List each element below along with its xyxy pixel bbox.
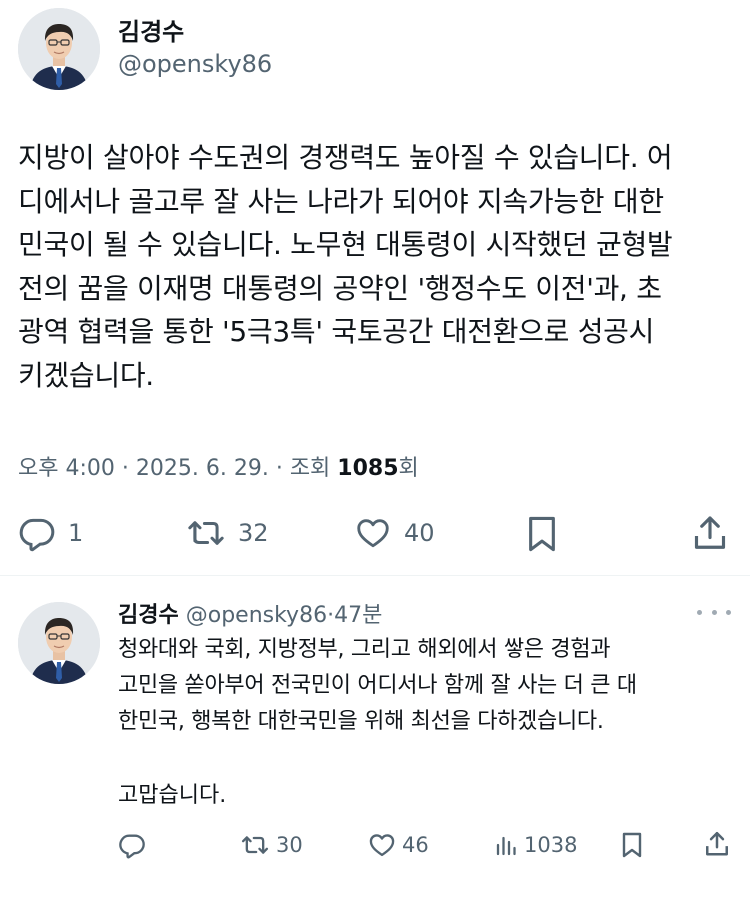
retweet-button[interactable]: 32 [186,514,269,552]
bookmark-button[interactable] [525,514,559,554]
reply-like-count: 46 [402,833,429,857]
reply-retweet-button[interactable]: 30 [240,831,303,859]
author-name[interactable]: 김경수 [118,12,184,47]
reply-views-count: 1038 [524,833,578,857]
author-avatar[interactable] [18,8,100,90]
bookmark-icon [622,832,642,858]
share-icon [706,831,728,856]
views-prefix: 조회 [289,456,338,481]
reply-like-button[interactable]: 46 [368,831,429,859]
views-suffix: 회 [398,456,419,481]
views-icon [496,836,516,856]
tweet-text: 지방이 살아야 수도권의 경쟁력도 높아질 수 있습니다. 어 디에서나 골고루… [18,141,673,392]
divider [0,575,750,576]
reply-author-avatar[interactable] [18,602,100,684]
reply-author-name[interactable]: 김경수 [118,603,179,628]
avatar-portrait [18,8,100,90]
reply-header: 김경수 @opensky86·47분 [118,597,382,629]
reply-count: 1 [68,519,84,547]
meta-separator: · [268,456,290,481]
reply-button[interactable]: 1 [18,514,83,552]
retweet-count: 32 [238,519,269,547]
tweet-meta: 오후 4:00 · 2025. 6. 29. · 조회 1085회 [18,450,419,482]
reply-time[interactable]: 47분 [334,603,382,628]
reply-views-button[interactable]: 1038 [494,831,577,859]
reply-icon [19,518,55,552]
share-button[interactable] [692,513,728,553]
meta-separator: · [114,456,136,481]
like-count: 40 [404,519,435,547]
heart-icon [357,519,389,548]
reply-thanks: 고맙습니다. [118,783,227,808]
reply-text: 청와대와 국회, 지방정부, 그리고 해외에서 쌓은 경험과 고민을 쏟아부어 … [118,637,637,734]
retweet-icon [241,836,269,854]
reply-retweet-count: 30 [276,833,303,857]
reply-share-button[interactable] [704,829,730,859]
tweet-date[interactable]: 2025. 6. 29. [136,456,269,481]
heart-icon [369,834,395,857]
reply-reply-button[interactable] [118,831,146,859]
reply-icon [119,834,145,859]
share-icon [694,516,726,549]
more-icon[interactable] [697,602,731,622]
avatar-portrait [18,602,100,684]
like-button[interactable]: 40 [354,515,435,551]
reply-bookmark-button[interactable] [620,830,644,860]
retweet-icon [188,521,224,545]
bookmark-icon [529,516,555,552]
reply-author-handle[interactable]: @opensky86 [186,603,327,628]
tweet-time[interactable]: 오후 4:00 [18,456,115,481]
views-count: 1085 [337,456,399,481]
author-handle[interactable]: @opensky86 [118,50,272,78]
